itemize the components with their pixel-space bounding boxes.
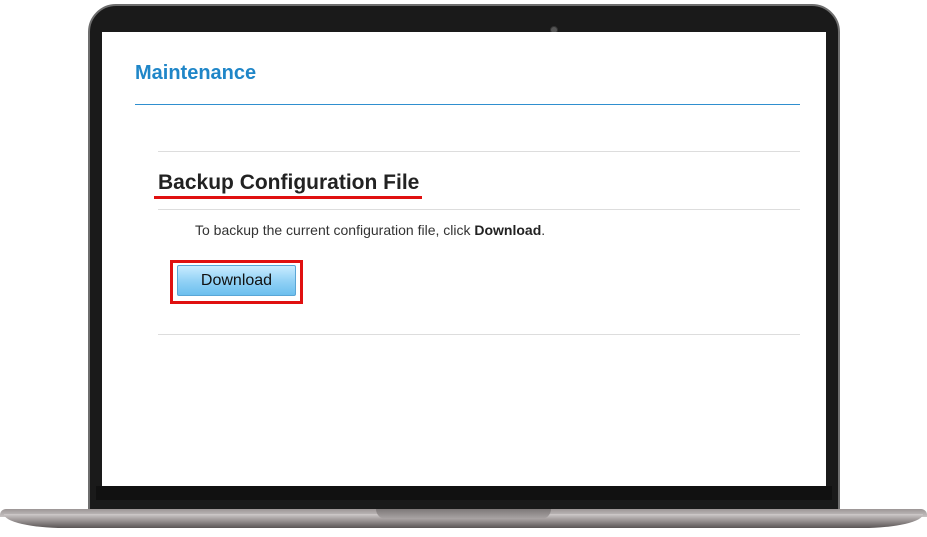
- title-divider: [135, 104, 800, 105]
- screen: Maintenance Backup Configuration File To…: [102, 32, 826, 486]
- section-divider-mid: [158, 209, 800, 210]
- heading-highlight-underline: [154, 196, 422, 199]
- laptop-lower-bezel: [96, 486, 832, 500]
- backup-instruction: To backup the current configuration file…: [195, 222, 545, 238]
- section-divider-top: [158, 151, 800, 152]
- section-divider-bottom: [158, 334, 800, 335]
- download-button[interactable]: Download: [177, 265, 296, 296]
- page-title: Maintenance: [135, 62, 257, 84]
- laptop-notch: [376, 509, 551, 519]
- section-heading: Backup Configuration File: [158, 171, 420, 194]
- instruction-text: To backup the current configuration file…: [195, 222, 475, 238]
- instruction-bold-text: Download: [474, 222, 542, 238]
- instruction-suffix: .: [541, 222, 546, 238]
